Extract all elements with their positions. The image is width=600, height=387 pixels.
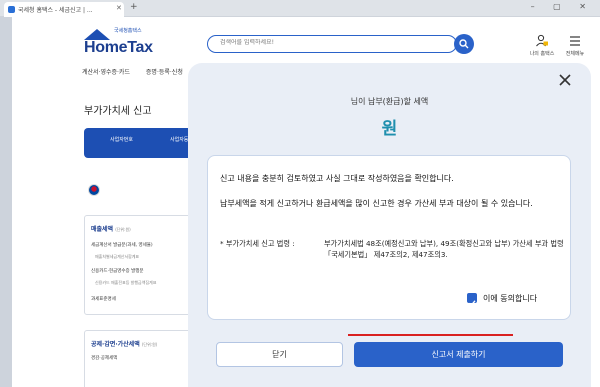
page-title: 부가가치세 신고 xyxy=(84,106,152,117)
list-subitem[interactable]: 신용카드 매출전표등 발행금액집계표 xyxy=(95,280,156,286)
left-edge-strip xyxy=(0,17,12,387)
panel-heading: 공제·감면·가산세액 (단위:원) xyxy=(91,341,158,348)
site-header: 국세청홈택스 HomeTax 나의 홈택스 전체메뉴 xyxy=(12,17,600,65)
browser-tab[interactable]: 국세청 홈택스 - 세금신고 | ... ✕ xyxy=(4,2,124,17)
search-input[interactable] xyxy=(220,39,430,46)
list-item[interactable]: 경감·공제세액 xyxy=(91,355,117,361)
panel-heading: 매출세액 (단위:원) xyxy=(91,226,131,233)
search-icon xyxy=(459,39,469,49)
tax-amount-value: 원 xyxy=(381,119,398,139)
list-item[interactable]: 신용카드·현금영수증 발행분 xyxy=(91,268,144,274)
confirmation-text: 신고 내용을 충분히 검토하였고 사실 그대로 작성하였음을 확인합니다. xyxy=(220,174,454,183)
annotation-underline xyxy=(348,334,513,336)
search-box[interactable] xyxy=(207,35,457,53)
tab-business-number[interactable]: 사업자번호 xyxy=(110,136,133,143)
list-item[interactable]: 세금계산서 발급분(과세, 영세율) xyxy=(91,242,153,248)
close-icon[interactable] xyxy=(554,69,576,91)
nav-item-receipts[interactable]: 계산서·영수증·카드 xyxy=(82,69,130,76)
tab-close-icon[interactable]: ✕ xyxy=(116,4,122,12)
browser-tab-title: 국세청 홈택스 - 세금신고 | ... xyxy=(18,7,93,14)
submit-return-button[interactable]: 신고서 제출하기 xyxy=(354,342,563,367)
user-lock-icon xyxy=(536,34,548,47)
all-menu-label: 전체메뉴 xyxy=(565,51,585,57)
close-button[interactable]: 닫기 xyxy=(216,342,343,367)
my-hometax-label: 나의 홈택스 xyxy=(529,51,555,57)
agree-checkbox[interactable] xyxy=(467,293,477,307)
list-subitem[interactable]: 매출처별세금계산서합계표 xyxy=(95,254,139,260)
confirmation-notice-box: 신고 내용을 충분히 검토하였고 사실 그대로 작성하였음을 확인합니다. 납부… xyxy=(207,155,571,320)
nav-item-certificates[interactable]: 증명·등록·신청 xyxy=(146,69,183,76)
hamburger-menu-icon xyxy=(570,36,580,46)
submit-confirm-modal: 님이 납부(환급)할 세액 원 신고 내용을 충분히 검토하였고 사실 그대로 … xyxy=(188,63,591,387)
deduction-panel: 공제·감면·가산세액 (단위:원) 경감·공제세액 xyxy=(84,330,194,387)
sales-tax-panel: 매출세액 (단위:원) 세금계산서 발급분(과세, 영세율) 매출처별세금계산서… xyxy=(84,215,194,315)
taegeuk-emblem-icon xyxy=(88,184,100,196)
browser-tab-bar: 국세청 홈택스 - 세금신고 | ... ✕ + – ▢ ✕ xyxy=(0,0,600,17)
window-controls[interactable]: – ▢ ✕ xyxy=(531,2,594,11)
hometax-favicon-icon xyxy=(8,6,15,13)
my-hometax-button[interactable]: 나의 홈택스 xyxy=(527,34,557,57)
law-reference-label: * 부가가치세 신고 법령 : xyxy=(220,239,295,248)
business-tab-bar: 사업자번호 사업자등록 xyxy=(84,128,204,158)
tax-payable-label: 님이 납부(환급)할 세액 xyxy=(350,97,429,106)
law-reference-text: 부가가치세법 48조(예정신고와 납부), 49조(확정신고와 납부) 가산세 … xyxy=(324,239,564,259)
list-item[interactable]: 과세표준명세 xyxy=(91,296,116,302)
main-nav: 계산서·영수증·카드 증명·등록·신청 xyxy=(82,67,197,76)
logo-title: HomeTax xyxy=(84,39,153,56)
agree-label: 이에 동의합니다 xyxy=(483,294,538,303)
checkmark-icon xyxy=(468,300,476,307)
new-tab-button[interactable]: + xyxy=(130,2,138,12)
logo-subtitle: 국세청홈택스 xyxy=(114,28,142,34)
penalty-warning-text: 납부세액을 적게 신고하거나 환급세액을 많이 신고한 경우 가산세 부과 대상… xyxy=(220,199,533,208)
search-button[interactable] xyxy=(454,34,474,54)
all-menu-button[interactable]: 전체메뉴 xyxy=(560,34,590,57)
